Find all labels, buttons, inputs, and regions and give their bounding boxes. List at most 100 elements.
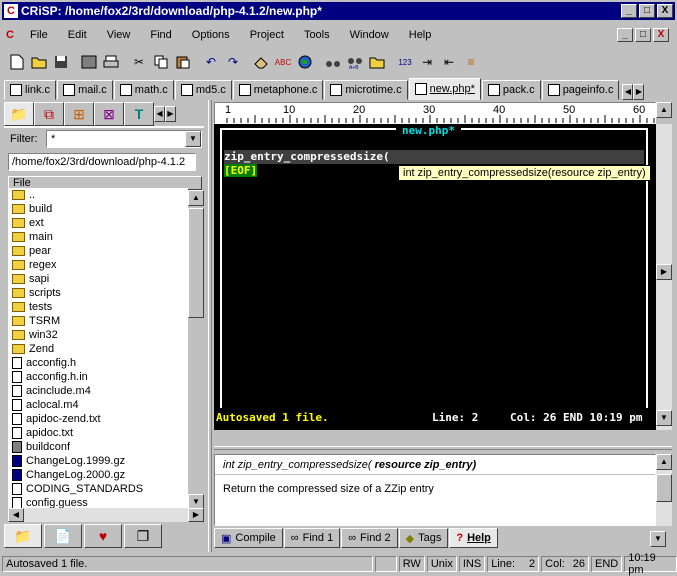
list-item[interactable]: acconfig.h <box>8 356 188 370</box>
list-item[interactable]: ChangeLog.2000.gz <box>8 468 188 482</box>
tab-tags[interactable]: ◆ Tags <box>398 528 449 548</box>
menu-window[interactable]: Window <box>340 29 399 41</box>
save-icon[interactable] <box>50 51 72 73</box>
menu-view[interactable]: View <box>97 29 141 41</box>
copy-icon[interactable] <box>150 51 172 73</box>
cut-icon[interactable]: ✂ <box>128 51 150 73</box>
doc-minimize-button[interactable]: _ <box>617 28 633 42</box>
minimize-button[interactable]: _ <box>621 4 637 18</box>
tab-scroll-left-icon[interactable]: ◀ <box>622 84 634 100</box>
list-item[interactable]: Zend <box>8 342 188 356</box>
class-tab-icon[interactable]: ⧉ <box>34 102 64 126</box>
editor-scroll-down-icon[interactable]: ▼ <box>656 410 672 426</box>
ruler-scroll-up-icon[interactable]: ▲ <box>656 102 672 118</box>
tab-math-c[interactable]: math.c <box>113 80 174 100</box>
list-item[interactable]: apidoc.txt <box>8 426 188 440</box>
editor-pane[interactable]: new.php* zip_entry_compressedsize( [EOF]… <box>220 124 651 428</box>
folder-tab-icon[interactable]: 📁 <box>4 102 34 126</box>
file-list-scrollbar[interactable]: ▲ ▼ <box>188 190 204 510</box>
scroll-up-icon[interactable]: ▲ <box>188 190 204 206</box>
tab-find-2[interactable]: ∞ Find 2 <box>341 528 398 548</box>
doc-icon[interactable]: C <box>0 29 20 41</box>
list-item[interactable]: acconfig.h.in <box>8 370 188 384</box>
tab-find-1[interactable]: ∞ Find 1 <box>283 528 341 548</box>
list-item[interactable]: acinclude.m4 <box>8 384 188 398</box>
horizontal-splitter[interactable] <box>214 446 672 450</box>
tab-new-php[interactable]: new.php* <box>408 78 481 100</box>
list-item[interactable]: win32 <box>8 328 188 342</box>
editor-scroll-right-icon[interactable]: ▶ <box>656 264 672 280</box>
tab-compile[interactable]: ▣ Compile <box>214 528 283 548</box>
bookmarks-bottom-tab-icon[interactable]: ♥ <box>84 524 122 548</box>
menu-options[interactable]: Options <box>182 29 240 41</box>
menu-project[interactable]: Project <box>240 29 294 41</box>
buffers-bottom-tab-icon[interactable]: ❐ <box>124 524 162 548</box>
code-line-1[interactable]: zip_entry_compressedsize( <box>224 150 644 164</box>
tab-md5-c[interactable]: md5.c <box>174 80 232 100</box>
tab-link-c[interactable]: link.c <box>4 80 57 100</box>
list-item[interactable]: pear <box>8 244 188 258</box>
filter-combo[interactable]: * ▼ <box>46 130 202 148</box>
help-scroll-thumb[interactable] <box>656 474 672 502</box>
menu-find[interactable]: Find <box>140 29 181 41</box>
filter-input[interactable]: * <box>47 133 185 145</box>
tab-pack-c[interactable]: pack.c <box>481 80 541 100</box>
replace-icon[interactable]: A+B <box>344 51 366 73</box>
tab-pageinfo-c[interactable]: pageinfo.c <box>541 80 620 100</box>
chevron-down-icon[interactable]: ▼ <box>185 131 201 147</box>
list-item[interactable]: tests <box>8 300 188 314</box>
outdent-icon[interactable]: ⇤ <box>438 51 460 73</box>
menu-file[interactable]: File <box>20 29 58 41</box>
spellcheck-icon[interactable]: ABC <box>272 51 294 73</box>
globe-icon[interactable] <box>294 51 316 73</box>
tab-scroll-right-icon[interactable]: ▶ <box>633 84 645 100</box>
menu-tools[interactable]: Tools <box>294 29 340 41</box>
scroll-thumb[interactable] <box>188 208 204 318</box>
list-item[interactable]: main <box>8 230 188 244</box>
vertical-splitter[interactable] <box>208 100 212 552</box>
tab-mail-c[interactable]: mail.c <box>57 80 113 100</box>
doc-close-button[interactable]: X <box>653 28 669 42</box>
indent-icon[interactable]: ⇥ <box>416 51 438 73</box>
list-item[interactable]: buildconf <box>8 440 188 454</box>
menu-help[interactable]: Help <box>399 29 442 41</box>
scroll-right-icon[interactable]: ▶ <box>188 508 204 522</box>
list-item[interactable]: scripts <box>8 286 188 300</box>
find-icon[interactable] <box>322 51 344 73</box>
list-item[interactable]: .. <box>8 188 188 202</box>
print-icon[interactable] <box>100 51 122 73</box>
scroll-left-icon[interactable]: ◀ <box>8 508 24 522</box>
undo-icon[interactable]: ↶ <box>200 51 222 73</box>
list-item[interactable]: regex <box>8 258 188 272</box>
help-scrollbar[interactable]: ▲ <box>656 454 672 526</box>
editor-scrollbar[interactable]: ▶ ▼ <box>656 124 672 430</box>
list-item[interactable]: apidoc-zend.txt <box>8 412 188 426</box>
list-item[interactable]: CODING_STANDARDS <box>8 482 188 496</box>
find-in-files-icon[interactable] <box>366 51 388 73</box>
menu-edit[interactable]: Edit <box>58 29 97 41</box>
tab-metaphone-c[interactable]: metaphone.c <box>232 80 324 100</box>
save-all-icon[interactable] <box>78 51 100 73</box>
close-button[interactable]: X <box>657 4 673 18</box>
wrap-icon[interactable]: ≡ <box>460 51 482 73</box>
file-list-hscrollbar[interactable]: ◀ ▶ <box>8 508 204 522</box>
maximize-button[interactable]: □ <box>639 4 655 18</box>
tab-help[interactable]: ? Help <box>449 528 498 548</box>
list-item[interactable]: build <box>8 202 188 216</box>
open-folder-icon[interactable] <box>28 51 50 73</box>
path-input[interactable]: /home/fox2/3rd/download/php-4.1.2 <box>8 153 196 171</box>
tab-microtime-c[interactable]: microtime.c <box>324 80 408 100</box>
doc-restore-button[interactable]: □ <box>635 28 651 42</box>
list-item[interactable]: ChangeLog.1999.gz <box>8 454 188 468</box>
numbering-icon[interactable]: 123 <box>394 51 416 73</box>
text-tab-icon[interactable]: T <box>124 102 154 126</box>
list-item[interactable]: TSRM <box>8 314 188 328</box>
tree-tab-icon[interactable]: ⊞ <box>64 102 94 126</box>
project-bottom-tab-icon[interactable]: 📄 <box>44 524 82 548</box>
panel-scroll-left-icon[interactable]: ◀ <box>154 106 165 122</box>
redo-icon[interactable]: ↷ <box>222 51 244 73</box>
list-item[interactable]: aclocal.m4 <box>8 398 188 412</box>
hierarchy-tab-icon[interactable]: ⊠ <box>94 102 124 126</box>
files-bottom-tab-icon[interactable]: 📁 <box>4 524 42 548</box>
list-item[interactable]: ext <box>8 216 188 230</box>
